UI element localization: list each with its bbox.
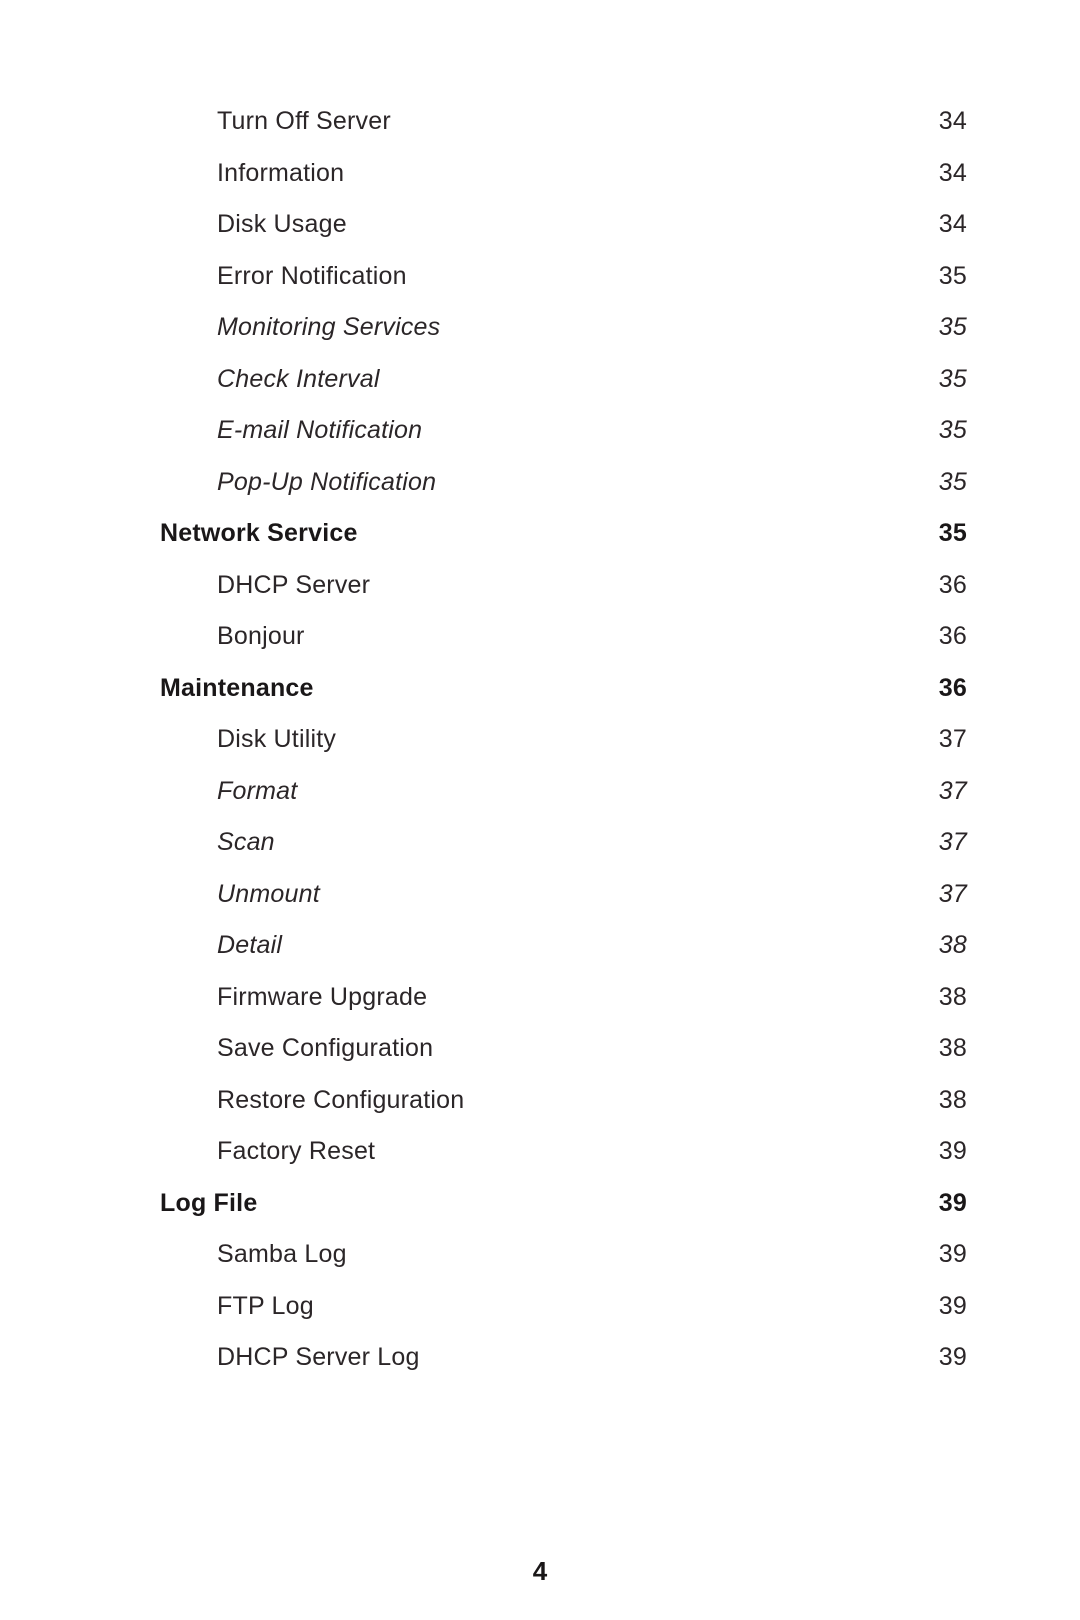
toc-entry-title: Turn Off Server (217, 107, 391, 136)
toc-entry-title: Disk Usage (217, 210, 347, 239)
toc-entry[interactable]: Pop-Up Notification 35 (0, 457, 1080, 509)
toc-entry-page: 38 (938, 982, 967, 1011)
table-of-contents: Turn Off Server 34 Information 34 Disk Usage… (0, 96, 1080, 1384)
toc-entry-title: Bonjour (217, 622, 305, 651)
toc-entry-page: 36 (938, 673, 967, 702)
toc-entry[interactable]: Information 34 (0, 148, 1080, 200)
toc-entry-page: 38 (938, 1085, 967, 1114)
toc-entry-title: Factory Reset (217, 1137, 376, 1166)
toc-entry-title: Maintenance (160, 673, 314, 702)
toc-entry[interactable]: Unmount 37 (0, 869, 1080, 921)
toc-entry-page: 35 (938, 416, 967, 445)
toc-entry[interactable]: DHCP Server Log 39 (0, 1332, 1080, 1384)
toc-entry-title: Firmware Upgrade (217, 982, 428, 1011)
toc-entry-title: Scan (217, 828, 275, 857)
toc-entry[interactable]: Restore Configuration 38 (0, 1075, 1080, 1127)
toc-entry-title: Information (217, 158, 345, 187)
toc-entry[interactable]: Save Configuration 38 (0, 1023, 1080, 1075)
toc-entry[interactable]: DHCP Server 36 (0, 560, 1080, 612)
toc-entry-page: 35 (938, 261, 967, 290)
toc-entry-page: 35 (938, 519, 967, 548)
toc-section-entry[interactable]: Maintenance 36 (0, 663, 1080, 715)
toc-entry[interactable]: Bonjour 36 (0, 611, 1080, 663)
toc-entry-page: 36 (938, 622, 967, 651)
toc-entry[interactable]: Format 37 (0, 766, 1080, 818)
toc-entry-title: Log File (160, 1188, 258, 1217)
toc-entry-title: Error Notification (217, 261, 407, 290)
toc-section-entry[interactable]: Network Service 35 (0, 508, 1080, 560)
toc-entry-page: 34 (938, 158, 967, 187)
toc-entry-page: 39 (938, 1137, 967, 1166)
toc-entry[interactable]: E-mail Notification 35 (0, 405, 1080, 457)
toc-entry-title: Samba Log (217, 1240, 347, 1269)
toc-entry-page: 37 (938, 879, 967, 908)
toc-entry-page: 38 (938, 931, 967, 960)
toc-entry[interactable]: Monitoring Services 35 (0, 302, 1080, 354)
toc-entry-page: 34 (938, 210, 967, 239)
toc-entry-title: Unmount (217, 879, 320, 908)
toc-entry[interactable]: FTP Log 39 (0, 1281, 1080, 1333)
toc-entry-title: Network Service (160, 519, 358, 548)
toc-entry-title: Save Configuration (217, 1034, 434, 1063)
toc-entry-title: Monitoring Services (217, 313, 441, 342)
toc-entry-page: 35 (938, 467, 967, 496)
toc-entry-page: 35 (938, 364, 967, 393)
toc-entry[interactable]: Disk Usage 34 (0, 199, 1080, 251)
toc-entry[interactable]: Turn Off Server 34 (0, 96, 1080, 148)
toc-entry-title: E-mail Notification (217, 416, 423, 445)
toc-entry-page: 39 (938, 1343, 967, 1372)
page-number: 4 (532, 1556, 548, 1586)
toc-entry-page: 38 (938, 1034, 967, 1063)
toc-entry[interactable]: Detail 38 (0, 920, 1080, 972)
toc-entry-page: 39 (938, 1188, 967, 1217)
toc-entry-title: Pop-Up Notification (217, 467, 437, 496)
toc-entry[interactable]: Disk Utility 37 (0, 714, 1080, 766)
toc-entry-title: Restore Configuration (217, 1085, 465, 1114)
toc-entry-page: 39 (938, 1291, 967, 1320)
toc-entry-title: Check Interval (217, 364, 380, 393)
toc-entry-page: 39 (938, 1240, 967, 1269)
toc-entry-page: 36 (938, 570, 967, 599)
toc-entry-page: 37 (938, 725, 967, 754)
toc-entry[interactable]: Samba Log 39 (0, 1229, 1080, 1281)
toc-entry[interactable]: Factory Reset 39 (0, 1126, 1080, 1178)
toc-entry-page: 37 (938, 828, 967, 857)
toc-entry-title: Detail (217, 931, 283, 960)
toc-entry[interactable]: Check Interval 35 (0, 354, 1080, 406)
toc-entry[interactable]: Scan 37 (0, 817, 1080, 869)
toc-section-entry[interactable]: Log File 39 (0, 1178, 1080, 1230)
toc-entry-title: DHCP Server Log (217, 1343, 420, 1372)
toc-entry-page: 35 (938, 313, 967, 342)
toc-entry-page: 37 (938, 776, 967, 805)
toc-entry-page: 34 (938, 107, 967, 136)
toc-entry[interactable]: Firmware Upgrade 38 (0, 972, 1080, 1024)
toc-entry-title: FTP Log (217, 1291, 314, 1320)
toc-entry-title: Disk Utility (217, 725, 337, 754)
toc-entry-title: DHCP Server (217, 570, 371, 599)
toc-entry[interactable]: Error Notification 35 (0, 251, 1080, 303)
toc-entry-title: Format (217, 776, 298, 805)
